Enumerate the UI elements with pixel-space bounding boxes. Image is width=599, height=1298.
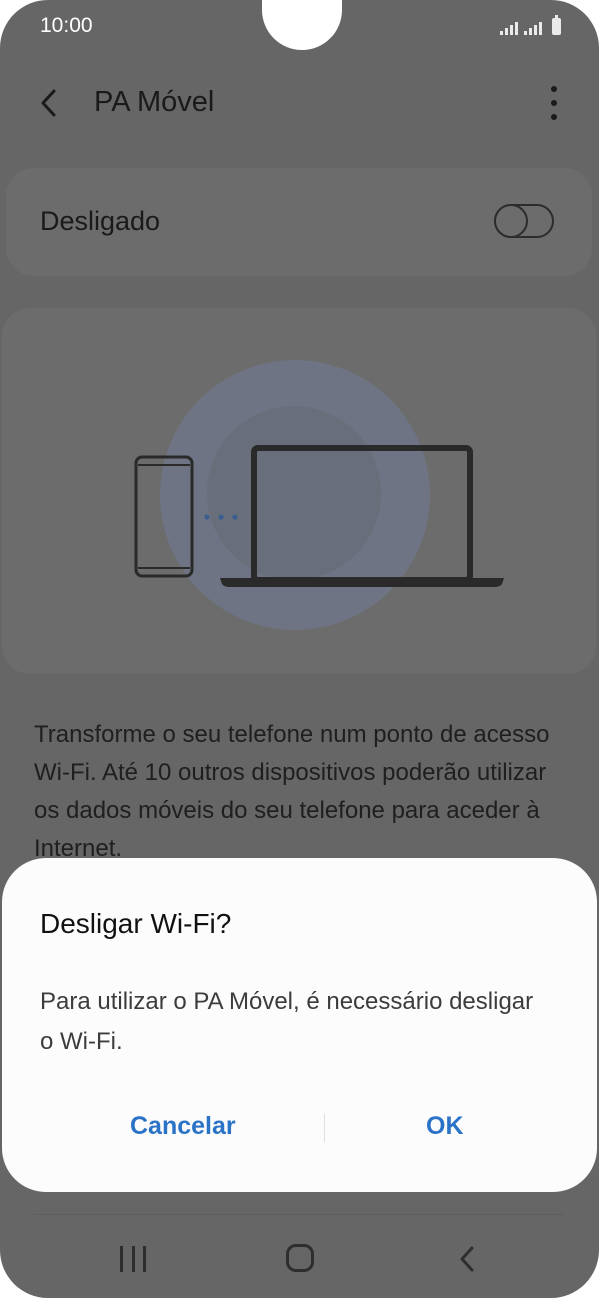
signal-icon — [500, 22, 518, 35]
more-options-icon — [551, 86, 557, 92]
back-button[interactable] — [36, 86, 66, 120]
hotspot-switch-card[interactable]: Desligado — [6, 168, 592, 276]
cancel-button[interactable]: Cancelar — [130, 1112, 236, 1141]
status-icons — [500, 15, 561, 35]
hotspot-toggle[interactable] — [494, 204, 554, 238]
connection-dots-icon — [204, 514, 238, 520]
signal-icon-2 — [524, 22, 542, 35]
back-arrow-icon — [41, 89, 56, 117]
status-time: 10:00 — [40, 14, 93, 37]
phone-screen: 10:00 PA Móvel Desligado Transforme o se… — [0, 0, 599, 1298]
nav-back-icon — [460, 1246, 474, 1272]
switch-label: Desligado — [40, 206, 161, 236]
toggle-knob — [494, 204, 528, 238]
nav-back-button[interactable] — [456, 1244, 478, 1274]
hotspot-illustration — [2, 308, 596, 674]
dialog-message: Para utilizar o PA Móvel, é necessário d… — [40, 988, 534, 1055]
button-divider — [324, 1114, 325, 1142]
page-title: PA Móvel — [94, 86, 215, 118]
hotspot-description: Transforme o seu telefone num ponto de a… — [34, 721, 550, 862]
battery-icon — [552, 15, 561, 35]
dialog-title: Desligar Wi-Fi? — [40, 908, 232, 939]
turn-off-wifi-dialog: Desligar Wi-Fi? Para utilizar o PA Móvel… — [2, 858, 597, 1192]
ok-button[interactable]: OK — [426, 1112, 464, 1141]
home-button[interactable] — [286, 1244, 314, 1272]
laptop-device-icon — [220, 445, 504, 587]
devices-illustration — [134, 445, 504, 587]
divider — [34, 1214, 564, 1215]
recents-icon — [120, 1246, 123, 1272]
camera-notch — [262, 0, 342, 50]
phone-device-icon — [134, 455, 194, 578]
recents-button[interactable] — [120, 1246, 146, 1272]
more-options-button[interactable] — [547, 86, 561, 120]
